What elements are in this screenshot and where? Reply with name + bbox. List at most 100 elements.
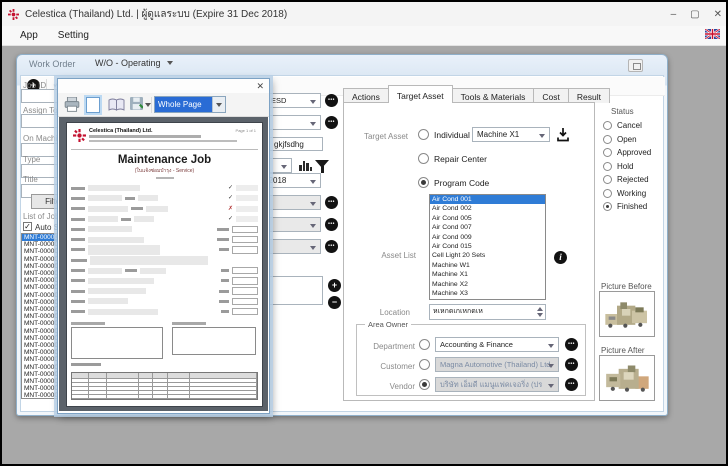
- remove-row-icon[interactable]: −: [328, 296, 341, 309]
- radio-icon: [418, 177, 429, 188]
- asset-list-item[interactable]: Machine X2: [430, 280, 545, 289]
- picture-before-label: Picture Before: [601, 282, 652, 291]
- doc-form-rows: ✓ ✓ ✗ ✓: [71, 183, 258, 317]
- dialog-close-icon[interactable]: ✕: [256, 81, 264, 92]
- celestica-logo-icon: [73, 129, 86, 142]
- spinner-icons[interactable]: [537, 307, 543, 317]
- asset-list-item[interactable]: Air Cond 002: [430, 204, 545, 213]
- maximize-icon[interactable]: ▢: [690, 9, 699, 20]
- vendor-combo[interactable]: บริษัท เอ็มดี แมนูแฟคเจอริ่ง (ปร: [435, 377, 559, 392]
- menu-item[interactable]: App: [10, 28, 48, 43]
- location-label: Location: [379, 308, 410, 317]
- asset-list-item[interactable]: Air Cond 009: [430, 233, 545, 242]
- asset-list-item[interactable]: Air Cond 015: [430, 242, 545, 251]
- tab[interactable]: Target Asset: [387, 85, 453, 103]
- tab[interactable]: Tools & Materials: [451, 88, 535, 103]
- close-icon[interactable]: ✕: [714, 9, 722, 20]
- extra-ellipsis-1[interactable]: •••: [325, 196, 338, 209]
- doc-subtitle: (ใบแจ้งซ่อมบำรุง - Service): [134, 168, 195, 174]
- status-label: Status: [611, 107, 634, 116]
- vendor-ellipsis[interactable]: •••: [565, 378, 578, 391]
- radio-icon: [603, 121, 612, 131]
- radio-icon: [603, 134, 612, 144]
- status-radio-option[interactable]: Approved: [603, 146, 651, 160]
- status-radio-option[interactable]: Hold: [603, 160, 651, 174]
- department-label: Department: [373, 342, 415, 351]
- preview-print-icon[interactable]: [64, 97, 80, 112]
- info-icon[interactable]: i: [554, 251, 567, 264]
- radio-icon: [603, 188, 612, 198]
- department-radio[interactable]: [419, 339, 430, 350]
- title-label: Title: [23, 175, 38, 184]
- tab[interactable]: Actions: [343, 88, 389, 103]
- status-radio-option[interactable]: Cancel: [603, 119, 651, 133]
- category-ellipsis-button[interactable]: •••: [325, 94, 338, 107]
- print-preview-dialog: ✕ Whole Page Celestica (Thailand) Ltd. P…: [57, 78, 270, 414]
- preview-area[interactable]: Celestica (Thailand) Ltd. Page 1 of 1 Ma…: [59, 117, 268, 411]
- tab[interactable]: Cost: [533, 88, 569, 103]
- picture-after-label: Picture After: [601, 346, 645, 355]
- asset-list-label: Asset List: [381, 251, 416, 260]
- radio-icon: [418, 153, 429, 164]
- customer-combo[interactable]: Magna Automotive (Thailand) Ltd: [435, 357, 559, 372]
- language-flag-icon[interactable]: [705, 29, 720, 39]
- export-save-icon[interactable]: [130, 97, 143, 110]
- location-input[interactable]: หเหกดเกเหกดเห: [429, 304, 546, 320]
- mode-dropdown-value: W/O - Operating: [95, 58, 161, 68]
- filter-funnel-icon[interactable]: [315, 160, 329, 173]
- radio-repair-center[interactable]: Repair Center: [418, 153, 487, 164]
- asset-list-item[interactable]: Air Cond 005: [430, 214, 545, 223]
- asset-list-item[interactable]: Machine W1: [430, 261, 545, 270]
- picture-before-image[interactable]: [599, 291, 655, 337]
- subcategory-ellipsis-button[interactable]: •••: [325, 116, 338, 129]
- status-radio-option[interactable]: Finished: [603, 200, 651, 214]
- export-icon[interactable]: [556, 127, 570, 142]
- extra-ellipsis-2[interactable]: •••: [325, 218, 338, 231]
- maintenance-document: Celestica (Thailand) Ltd. Page 1 of 1 Ma…: [67, 123, 262, 406]
- two-page-view-icon[interactable]: [108, 97, 125, 112]
- add-row-icon[interactable]: +: [328, 279, 341, 292]
- area-owner-title: Area Owner: [365, 320, 412, 329]
- asset-list-item[interactable]: Air Cond 001: [430, 195, 545, 205]
- status-radio-option[interactable]: Open: [603, 133, 651, 147]
- asset-list-item[interactable]: Machine X3: [430, 289, 545, 298]
- target-asset-label: Target Asset: [363, 132, 408, 141]
- tab-strip: Actions Target Asset Tools & Materials Cost…: [343, 85, 610, 103]
- chevron-down-icon: [166, 61, 173, 65]
- menu-item[interactable]: Setting: [48, 28, 99, 43]
- radio-icon: [603, 175, 612, 185]
- department-combo[interactable]: Accounting & Finance: [435, 337, 559, 352]
- document-page: Celestica (Thailand) Ltd. Page 1 of 1 Ma…: [67, 123, 262, 406]
- doc-remark-boxes: [71, 321, 258, 359]
- mode-dropdown[interactable]: W/O - Operating: [95, 58, 173, 68]
- radio-program-code[interactable]: Program Code: [418, 177, 489, 188]
- window-menu-button[interactable]: [628, 59, 643, 72]
- customer-ellipsis[interactable]: •••: [565, 358, 578, 371]
- asset-list-item[interactable]: Air Cond 007: [430, 223, 545, 232]
- asset-list-item[interactable]: Machine X1: [430, 270, 545, 279]
- asset-list[interactable]: Air Cond 001 Air Cond 002 Air Cond 005 Air …: [429, 194, 546, 300]
- doc-title: Maintenance Job: [117, 154, 212, 166]
- asset-list-item[interactable]: Cell Light 20 Sets: [430, 251, 545, 260]
- picture-after-image[interactable]: [599, 355, 655, 401]
- zoom-dropdown-button[interactable]: [212, 97, 225, 112]
- auto-show-checkbox[interactable]: ✓: [23, 222, 32, 231]
- department-ellipsis[interactable]: •••: [565, 338, 578, 351]
- single-page-view-icon[interactable]: [84, 95, 102, 115]
- status-radio-option[interactable]: Rejected: [603, 173, 651, 187]
- minimize-icon[interactable]: –: [671, 9, 677, 20]
- extra-ellipsis-3[interactable]: •••: [325, 240, 338, 253]
- machine-combo[interactable]: Machine X1: [472, 127, 550, 142]
- vendor-label: Vendor: [389, 382, 415, 391]
- app-window: Celestica (Thailand) Ltd. | ผู้ดูแลระบบ …: [0, 0, 728, 466]
- customer-radio[interactable]: [419, 359, 430, 370]
- zoom-level-combo[interactable]: Whole Page: [154, 96, 226, 113]
- vendor-radio[interactable]: [419, 379, 430, 390]
- doc-company-name: Celestica (Thailand) Ltd.: [89, 128, 153, 134]
- radio-individual[interactable]: Individual: [418, 129, 470, 140]
- tab[interactable]: Result: [567, 88, 610, 103]
- doc-page-info: Page 1 of 1: [235, 128, 256, 133]
- bar-chart-icon[interactable]: [299, 159, 312, 171]
- status-radio-option[interactable]: Working: [603, 187, 651, 201]
- doc-address-line: [89, 135, 201, 138]
